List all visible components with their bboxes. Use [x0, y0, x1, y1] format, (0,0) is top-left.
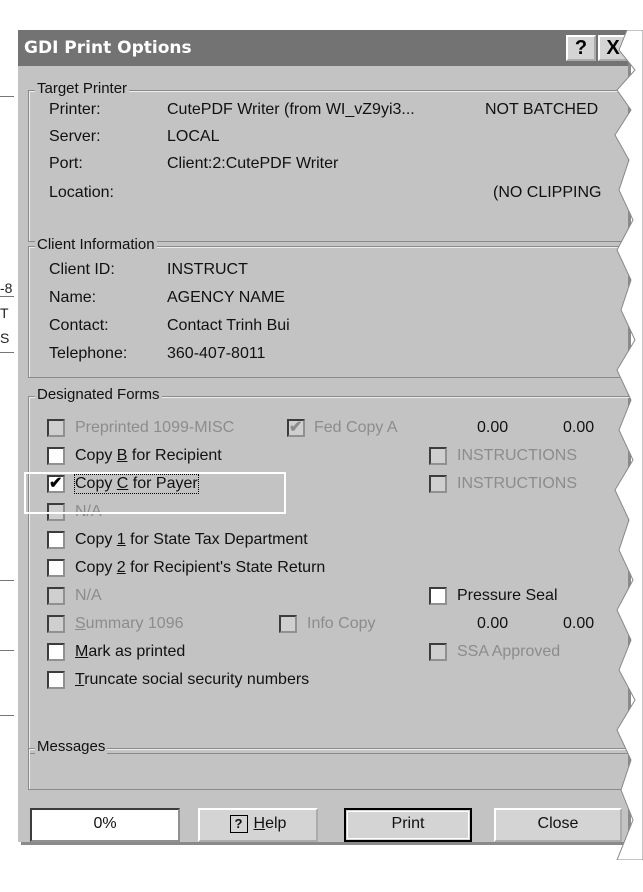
pressure-seal-label: Pressure Seal — [457, 587, 558, 604]
truncate-ssn-label: Truncate social security numbers — [75, 671, 310, 688]
client-information-group: Client Information Client ID: INSTRUCT N… — [28, 236, 643, 378]
amount-3: 0.00 — [477, 615, 509, 632]
port-value: Client:2:CutePDF Writer — [167, 155, 339, 172]
instructions-b-checkbox[interactable] — [429, 447, 447, 465]
copy-2-label: Copy 2 for Recipient's State Return — [75, 559, 326, 576]
port-label: Port: — [49, 155, 83, 172]
copy-1-label: Copy 1 for State Tax Department — [75, 531, 308, 548]
background-rule — [0, 715, 14, 716]
name-label: Name: — [49, 289, 97, 306]
fed-copy-a-label: Fed Copy A — [314, 419, 398, 436]
background-rule — [0, 296, 14, 297]
server-value: LOCAL — [167, 128, 220, 145]
copy-1-checkbox[interactable] — [47, 531, 65, 549]
printer-label: Printer: — [49, 101, 101, 118]
summary-1096-checkbox[interactable] — [47, 615, 65, 633]
clipping-status: (NO CLIPPING — [493, 184, 602, 201]
telephone-value: 360-407-8011 — [167, 345, 266, 362]
amount-1: 0.00 — [477, 419, 509, 436]
close-button[interactable]: Close — [494, 808, 622, 842]
gdi-print-options-dialog: GDI Print Options ? X Target Printer Pri… — [18, 30, 643, 842]
contact-label: Contact: — [49, 317, 109, 334]
mark-printed-checkbox[interactable] — [47, 643, 65, 661]
progress-field: 0% — [30, 808, 180, 842]
truncate-ssn-checkbox[interactable] — [47, 671, 65, 689]
server-label: Server: — [49, 128, 101, 145]
na-2-checkbox[interactable] — [47, 587, 65, 605]
preprinted-checkbox[interactable] — [47, 419, 65, 437]
checkmark-icon: ✔ — [289, 419, 303, 436]
na-2-label: N/A — [75, 587, 102, 604]
printer-value: CutePDF Writer (from WI_vZ9yi3... — [167, 101, 415, 118]
title-bar: GDI Print Options ? X — [18, 30, 628, 66]
name-value: AGENCY NAME — [167, 289, 285, 306]
batch-status: NOT BATCHED — [485, 101, 599, 118]
copy-b-label: Copy B for Recipient — [75, 447, 222, 464]
client-information-legend: Client Information — [35, 236, 157, 253]
pressure-seal-checkbox[interactable] — [429, 587, 447, 605]
target-printer-group: Target Printer Printer: CutePDF Writer (… — [28, 80, 643, 242]
telephone-label: Telephone: — [49, 345, 128, 362]
preprinted-label: Preprinted 1099-MISC — [75, 419, 235, 436]
copy-2-checkbox[interactable] — [47, 559, 65, 577]
target-printer-legend: Target Printer — [35, 80, 130, 97]
info-copy-label: Info Copy — [307, 615, 376, 632]
background-rule — [0, 352, 14, 353]
help-button[interactable]: ? Help — [198, 808, 318, 842]
background-rule — [0, 96, 14, 97]
dialog-title: GDI Print Options — [24, 38, 192, 58]
instructions-c-checkbox[interactable] — [429, 475, 447, 493]
torn-edge — [614, 30, 643, 860]
background-rule — [0, 580, 14, 581]
designated-forms-legend: Designated Forms — [35, 386, 162, 403]
info-copy-checkbox[interactable] — [279, 615, 297, 633]
amount-4: 0.00 — [563, 615, 595, 632]
copy-c-highlight — [24, 472, 286, 514]
background-text: S — [0, 330, 10, 346]
print-button[interactable]: Print — [344, 808, 472, 842]
instructions-b-label: INSTRUCTIONS — [457, 447, 577, 464]
messages-legend: Messages — [35, 738, 108, 755]
location-label: Location: — [49, 184, 114, 201]
background-rule — [0, 650, 14, 651]
ssa-approved-label: SSA Approved — [457, 643, 561, 660]
instructions-c-label: INSTRUCTIONS — [457, 475, 577, 492]
ssa-approved-checkbox[interactable] — [429, 643, 447, 661]
messages-group: Messages — [28, 738, 643, 790]
amount-2: 0.00 — [563, 419, 595, 436]
summary-1096-label: Summary 1096 — [75, 615, 184, 632]
help-title-button[interactable]: ? — [566, 35, 596, 61]
copy-b-checkbox[interactable] — [47, 447, 65, 465]
fed-copy-a-checkbox[interactable]: ✔ — [287, 419, 305, 437]
client-id-label: Client ID: — [49, 261, 115, 278]
background-text: -8 — [0, 280, 13, 296]
help-icon: ? — [229, 814, 248, 833]
designated-forms-group: Designated Forms Preprinted 1099-MISC ✔ … — [28, 386, 643, 754]
mark-printed-label: Mark as printed — [75, 643, 186, 660]
client-id-value: INSTRUCT — [167, 261, 248, 278]
contact-value: Contact Trinh Bui — [167, 317, 290, 334]
background-text: T — [0, 305, 9, 321]
